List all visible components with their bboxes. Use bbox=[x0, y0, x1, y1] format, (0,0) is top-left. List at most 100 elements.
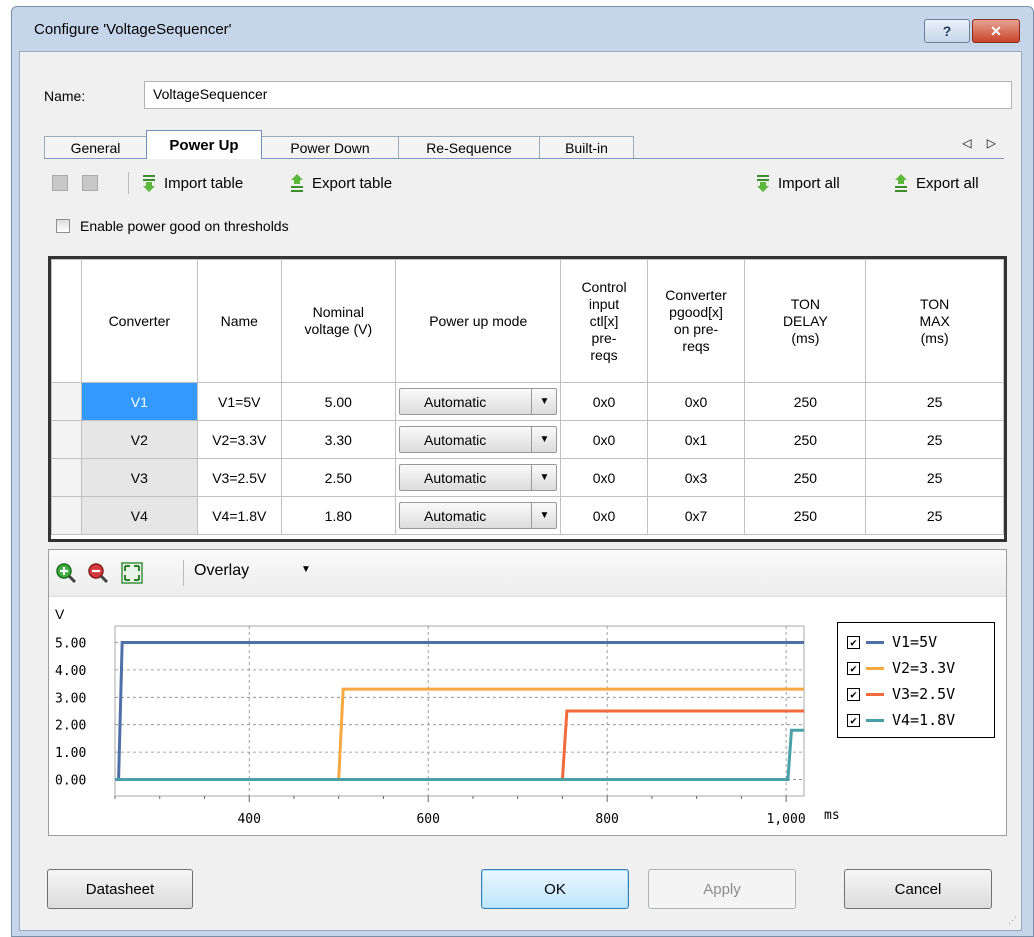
ctl-cell[interactable]: 0x0 bbox=[560, 496, 648, 535]
dropdown-arrow-icon[interactable]: ▼ bbox=[531, 427, 556, 452]
export-arrow-icon bbox=[291, 174, 303, 192]
tab-power-up[interactable]: Power Up bbox=[146, 130, 262, 159]
legend-checkbox[interactable]: ✔ bbox=[847, 661, 860, 675]
enable-power-good-row[interactable]: Enable power good on thresholds bbox=[56, 218, 289, 234]
export-all-button[interactable]: Export all bbox=[892, 170, 979, 196]
converter-cell[interactable]: V1 bbox=[80, 382, 198, 421]
name-cell[interactable]: V2=3.3V bbox=[196, 420, 282, 459]
pgood-cell[interactable]: 0x3 bbox=[646, 458, 746, 497]
ton-delay-cell[interactable]: 250 bbox=[744, 496, 867, 535]
column-header[interactable]: Name bbox=[196, 259, 282, 383]
mode-cell[interactable]: Automatic ▼ bbox=[395, 458, 562, 497]
y-tick-label: 0.00 bbox=[55, 774, 86, 789]
help-button[interactable]: ? bbox=[924, 19, 970, 43]
cancel-button[interactable]: Cancel bbox=[844, 869, 992, 909]
converter-cell[interactable]: V4 bbox=[80, 496, 198, 535]
voltage-cell[interactable]: 2.50 bbox=[280, 458, 397, 497]
row-header[interactable] bbox=[51, 420, 82, 459]
ton-max-cell[interactable]: 25 bbox=[865, 496, 1004, 535]
tab-strip: General Power Up Power Down Re-Sequence … bbox=[44, 130, 1004, 159]
legend-checkbox[interactable]: ✔ bbox=[847, 635, 860, 649]
row-header[interactable] bbox=[51, 382, 82, 421]
pgood-cell[interactable]: 0x7 bbox=[646, 496, 746, 535]
ton-max-cell[interactable]: 25 bbox=[865, 458, 1004, 497]
column-header[interactable]: Nominal voltage (V) bbox=[280, 259, 397, 383]
name-cell[interactable]: V3=2.5V bbox=[196, 458, 282, 497]
export-table-button[interactable]: Export table bbox=[288, 170, 392, 196]
zoom-out-icon[interactable] bbox=[87, 562, 109, 584]
ton-max-cell[interactable]: 25 bbox=[865, 420, 1004, 459]
tab-re-sequence[interactable]: Re-Sequence bbox=[398, 136, 540, 158]
dropdown-arrow-icon[interactable]: ▼ bbox=[531, 465, 556, 490]
voltage-cell[interactable]: 1.80 bbox=[280, 496, 397, 535]
ctl-cell[interactable]: 0x0 bbox=[560, 382, 648, 421]
voltage-cell[interactable]: 5.00 bbox=[280, 382, 397, 421]
column-header[interactable]: Control input ctl[x] pre-reqs bbox=[560, 259, 648, 383]
converter-cell[interactable]: V3 bbox=[80, 458, 198, 497]
name-cell[interactable]: V4=1.8V bbox=[196, 496, 282, 535]
column-header[interactable]: TON MAX (ms) bbox=[865, 259, 1004, 383]
legend-label: V2=3.3V bbox=[892, 659, 956, 677]
tab-power-down[interactable]: Power Down bbox=[261, 136, 399, 158]
mode-cell[interactable]: Automatic ▼ bbox=[395, 420, 562, 459]
column-header[interactable]: Converter pgood[x] on pre-reqs bbox=[646, 259, 746, 383]
ton-delay-cell[interactable]: 250 bbox=[744, 420, 867, 459]
legend-item-v1[interactable]: ✔ V1=5V bbox=[847, 633, 937, 651]
ton-max-cell[interactable]: 25 bbox=[865, 382, 1004, 421]
x-tick-label: 600 bbox=[416, 812, 439, 827]
power-up-mode-dropdown[interactable]: Automatic ▼ bbox=[399, 464, 558, 491]
converter-cell[interactable]: V2 bbox=[80, 420, 198, 459]
ok-button[interactable]: OK bbox=[481, 869, 629, 909]
zoom-in-icon[interactable] bbox=[55, 562, 77, 584]
y-tick-label: 2.00 bbox=[55, 719, 86, 734]
column-header[interactable]: Converter bbox=[80, 259, 198, 383]
resize-grip-icon[interactable]: ⋰ bbox=[1008, 915, 1017, 926]
voltage-cell[interactable]: 3.30 bbox=[280, 420, 397, 459]
mode-cell[interactable]: Automatic ▼ bbox=[395, 382, 562, 421]
tab-scroll-arrows[interactable]: ◁ ▷ bbox=[962, 136, 1002, 150]
close-button[interactable]: ✕ bbox=[972, 19, 1020, 43]
power-up-mode-dropdown[interactable]: Automatic ▼ bbox=[399, 388, 558, 415]
ctl-cell[interactable]: 0x0 bbox=[560, 458, 648, 497]
chart-toolbar: Overlay ▼ bbox=[49, 550, 1006, 597]
power-up-mode-value: Automatic bbox=[424, 431, 487, 448]
datasheet-button[interactable]: Datasheet bbox=[47, 869, 193, 909]
name-input[interactable]: VoltageSequencer bbox=[144, 81, 1012, 109]
table-row: V4 V4=1.8V 1.80 Automatic ▼ 0x0 0x7 250 2… bbox=[51, 496, 1004, 535]
tab-general[interactable]: General bbox=[44, 136, 147, 158]
mode-cell[interactable]: Automatic ▼ bbox=[395, 496, 562, 535]
pgood-cell[interactable]: 0x1 bbox=[646, 420, 746, 459]
copy-icon[interactable] bbox=[52, 175, 68, 191]
ton-delay-cell[interactable]: 250 bbox=[744, 382, 867, 421]
legend-checkbox[interactable]: ✔ bbox=[847, 713, 860, 727]
legend-item-v3[interactable]: ✔ V3=2.5V bbox=[847, 685, 955, 703]
legend-swatch bbox=[866, 640, 884, 644]
column-header[interactable]: TON DELAY (ms) bbox=[744, 259, 867, 383]
tab-built-in[interactable]: Built-in bbox=[539, 136, 634, 158]
ton-delay-cell[interactable]: 250 bbox=[744, 458, 867, 497]
legend-checkbox[interactable]: ✔ bbox=[847, 687, 860, 701]
power-up-mode-dropdown[interactable]: Automatic ▼ bbox=[399, 426, 558, 453]
apply-button[interactable]: Apply bbox=[648, 869, 796, 909]
power-up-mode-dropdown[interactable]: Automatic ▼ bbox=[399, 502, 558, 529]
dropdown-arrow-icon[interactable]: ▼ bbox=[531, 389, 556, 414]
column-header[interactable]: Power up mode bbox=[395, 259, 562, 383]
legend-item-v2[interactable]: ✔ V2=3.3V bbox=[847, 659, 955, 677]
overlay-mode-value[interactable]: Overlay bbox=[194, 562, 249, 580]
row-header[interactable] bbox=[51, 496, 82, 535]
legend-swatch bbox=[866, 718, 884, 722]
y-tick-label: 4.00 bbox=[55, 664, 86, 679]
ctl-cell[interactable]: 0x0 bbox=[560, 420, 648, 459]
dialog-body: Name: VoltageSequencer General Power Up … bbox=[19, 51, 1022, 931]
zoom-fit-icon[interactable] bbox=[121, 562, 143, 584]
paste-icon[interactable] bbox=[82, 175, 98, 191]
row-header[interactable] bbox=[51, 458, 82, 497]
enable-power-good-checkbox[interactable] bbox=[56, 219, 70, 233]
legend-item-v4[interactable]: ✔ V4=1.8V bbox=[847, 711, 955, 729]
import-all-button[interactable]: Import all bbox=[754, 170, 840, 196]
dropdown-arrow-icon[interactable]: ▼ bbox=[531, 503, 556, 528]
pgood-cell[interactable]: 0x0 bbox=[646, 382, 746, 421]
name-cell[interactable]: V1=5V bbox=[196, 382, 282, 421]
overlay-dropdown-arrow-icon[interactable]: ▼ bbox=[301, 564, 311, 575]
import-table-button[interactable]: Import table bbox=[140, 170, 243, 196]
